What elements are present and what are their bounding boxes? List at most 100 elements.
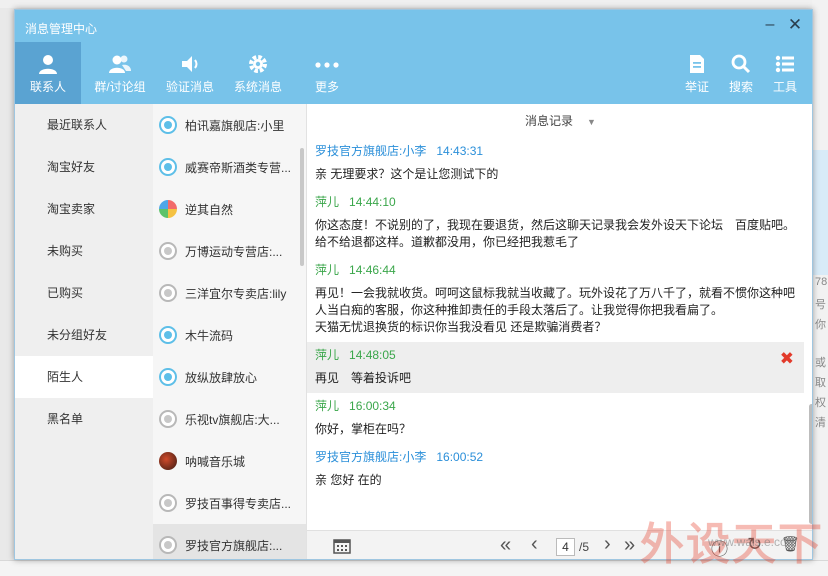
record-title: 消息记录 <box>525 114 574 128</box>
last-page-button[interactable]: » <box>624 534 635 557</box>
background-text: 清 <box>815 417 826 429</box>
message-sender: 罗技官方旗舰店:小李 <box>315 144 427 158</box>
contact-item[interactable]: 乐视tv旗舰店:大... <box>153 398 306 440</box>
tab-more[interactable]: 更多 <box>303 52 351 95</box>
nav-item-ungrouped[interactable]: 未分组好友 <box>15 314 153 356</box>
message-time: 14:44:10 <box>349 195 396 209</box>
tab-label: 群/讨论组 <box>94 80 146 94</box>
message-item-selected[interactable]: 萍儿 14:48:05 再见 等着投诉吧 ✖ <box>307 342 804 393</box>
message-list: 罗技官方旗舰店:小李 14:43:31 亲 无理要求？这个是让您测试下的 萍儿 14… <box>307 138 804 530</box>
contact-name: 罗技百事得专卖店... <box>185 496 292 511</box>
background-top <box>0 0 828 8</box>
message-time: 14:48:05 <box>349 348 396 362</box>
contact-name: 呐喊音乐城 <box>185 454 246 469</box>
avatar <box>159 326 177 344</box>
message-scrollbar[interactable] <box>809 404 812 524</box>
message-sender: 萍儿 <box>315 195 340 209</box>
list-icon <box>775 55 794 73</box>
message-text: 天猫无忧退换货的标识你当我没看见 还是欺骗消费者？ <box>315 320 607 334</box>
nav-item-strangers[interactable]: 陌生人 <box>15 356 153 398</box>
contact-item[interactable]: 罗技官方旗舰店:... <box>153 524 306 559</box>
avatar <box>159 284 177 302</box>
message-manager-window: 消息管理中心 – ✕ 联系人 群/讨论组 验证消息 系统消息 更多 举证 搜索 … <box>14 9 813 560</box>
calendar-icon[interactable] <box>333 538 351 554</box>
message-item: 萍儿 16:00:34 你好，掌柜在吗？ <box>307 393 804 444</box>
tab-system-messages[interactable]: 系统消息 <box>227 52 289 95</box>
nav-item-taobao-sellers[interactable]: 淘宝卖家 <box>15 188 153 230</box>
prev-page-button[interactable]: ‹ <box>531 533 538 556</box>
message-text: 亲 您好 在的 <box>315 473 382 487</box>
avatar <box>159 452 177 470</box>
background-highlight <box>812 150 828 275</box>
document-icon <box>690 55 704 73</box>
nav-item-recent[interactable]: 最近联系人 <box>15 104 153 146</box>
contact-item[interactable]: 罗技百事得专卖店... <box>153 482 306 524</box>
next-page-button[interactable]: › <box>604 533 611 556</box>
message-item: 萍儿 14:44:10 你这态度！不说别的了，我现在要退货，然后这聊天记录我会发外… <box>307 189 804 257</box>
tool-utilities[interactable]: 工具 <box>767 52 803 95</box>
nav-item-purchased[interactable]: 已购买 <box>15 272 153 314</box>
message-time: 14:46:44 <box>349 263 396 277</box>
contact-item[interactable]: 木牛流码 <box>153 314 306 356</box>
record-header[interactable]: 消息记录 ▼ <box>307 104 812 138</box>
avatar <box>159 410 177 428</box>
avatar <box>159 116 177 134</box>
nav-item-taobao-friends[interactable]: 淘宝好友 <box>15 146 153 188</box>
contact-name: 木牛流码 <box>185 328 234 343</box>
tool-label: 搜索 <box>728 80 753 94</box>
message-item: 萍儿 14:46:44 再见！一会我就收货。呵呵这鼠标我就当收藏了。玩外设花了万八… <box>307 257 804 342</box>
chevron-down-icon[interactable]: ▼ <box>587 117 596 127</box>
first-page-button[interactable]: « <box>500 534 511 557</box>
message-item: 罗技官方旗舰店:小李 16:00:52 亲 您好 在的 <box>307 444 804 495</box>
tab-label: 更多 <box>314 80 339 94</box>
message-time: 16:00:52 <box>436 450 484 464</box>
tool-search[interactable]: 搜索 <box>723 52 759 95</box>
contact-item[interactable]: 威赛帝斯酒类专营... <box>153 146 306 188</box>
tab-contacts[interactable]: 联系人 <box>15 42 81 104</box>
page-total: /5 <box>579 540 590 554</box>
contact-name: 三洋宜尔专卖店:lily <box>185 286 287 301</box>
more-icon <box>315 62 339 68</box>
message-text: 你好，掌柜在吗？ <box>315 422 412 436</box>
window-header: 消息管理中心 – ✕ 联系人 群/讨论组 验证消息 系统消息 更多 举证 搜索 … <box>15 10 812 104</box>
contact-name: 逆其自然 <box>185 202 234 217</box>
message-sender: 萍儿 <box>315 348 340 362</box>
avatar <box>159 494 177 512</box>
contact-scrollbar[interactable] <box>300 148 304 266</box>
watermark-url: www.wais.e.com <box>708 535 797 549</box>
message-sender: 萍儿 <box>315 399 340 413</box>
delete-message-icon[interactable]: ✖ <box>780 349 794 369</box>
message-text: 给不给退都这样。道歉都没用，你已经把我惹毛了 <box>315 235 580 249</box>
page-number-input[interactable]: 4 <box>556 538 575 556</box>
contact-category-nav: 最近联系人 淘宝好友 淘宝卖家 未购买 已购买 未分组好友 陌生人 黑名单 <box>15 104 153 559</box>
message-text: 亲 无理要求？这个是让您测试下的 <box>315 167 499 181</box>
message-sender: 罗技官方旗舰店:小李 <box>315 450 427 464</box>
person-icon <box>39 55 57 74</box>
contact-item[interactable]: 三洋宜尔专卖店:lily <box>153 272 306 314</box>
message-time: 16:00:34 <box>349 399 396 413</box>
nav-item-not-purchased[interactable]: 未购买 <box>15 230 153 272</box>
gear-icon <box>249 55 267 73</box>
contact-item[interactable]: 逆其自然 <box>153 188 306 230</box>
tab-groups[interactable]: 群/讨论组 <box>87 52 153 95</box>
contact-name: 罗技官方旗舰店:... <box>185 538 283 553</box>
nav-item-blacklist[interactable]: 黑名单 <box>15 398 153 440</box>
message-record-panel: 消息记录 ▼ 罗技官方旗舰店:小李 14:43:31 亲 无理要求？这个是让您测试下… <box>307 104 812 559</box>
background-text: 取 <box>815 377 826 389</box>
contact-list: 柏讯嘉旗舰店:小里 威赛帝斯酒类专营... 逆其自然 万博运动专营店:... 三… <box>153 104 307 559</box>
tool-label: 举证 <box>684 80 709 94</box>
close-button[interactable]: ✕ <box>785 15 805 35</box>
contact-item[interactable]: 呐喊音乐城 <box>153 440 306 482</box>
minimize-button[interactable]: – <box>760 15 780 35</box>
avatar <box>159 536 177 554</box>
contact-item[interactable]: 万博运动专营店:... <box>153 230 306 272</box>
contact-item[interactable]: 放纵放肆放心 <box>153 356 306 398</box>
tool-evidence[interactable]: 举证 <box>679 52 715 95</box>
background-text: 号 <box>815 299 826 311</box>
avatar <box>159 242 177 260</box>
contact-item[interactable]: 柏讯嘉旗舰店:小里 <box>153 104 306 146</box>
avatar <box>159 158 177 176</box>
avatar <box>159 368 177 386</box>
tab-label: 系统消息 <box>233 80 282 94</box>
tab-verify-messages[interactable]: 验证消息 <box>159 52 221 95</box>
